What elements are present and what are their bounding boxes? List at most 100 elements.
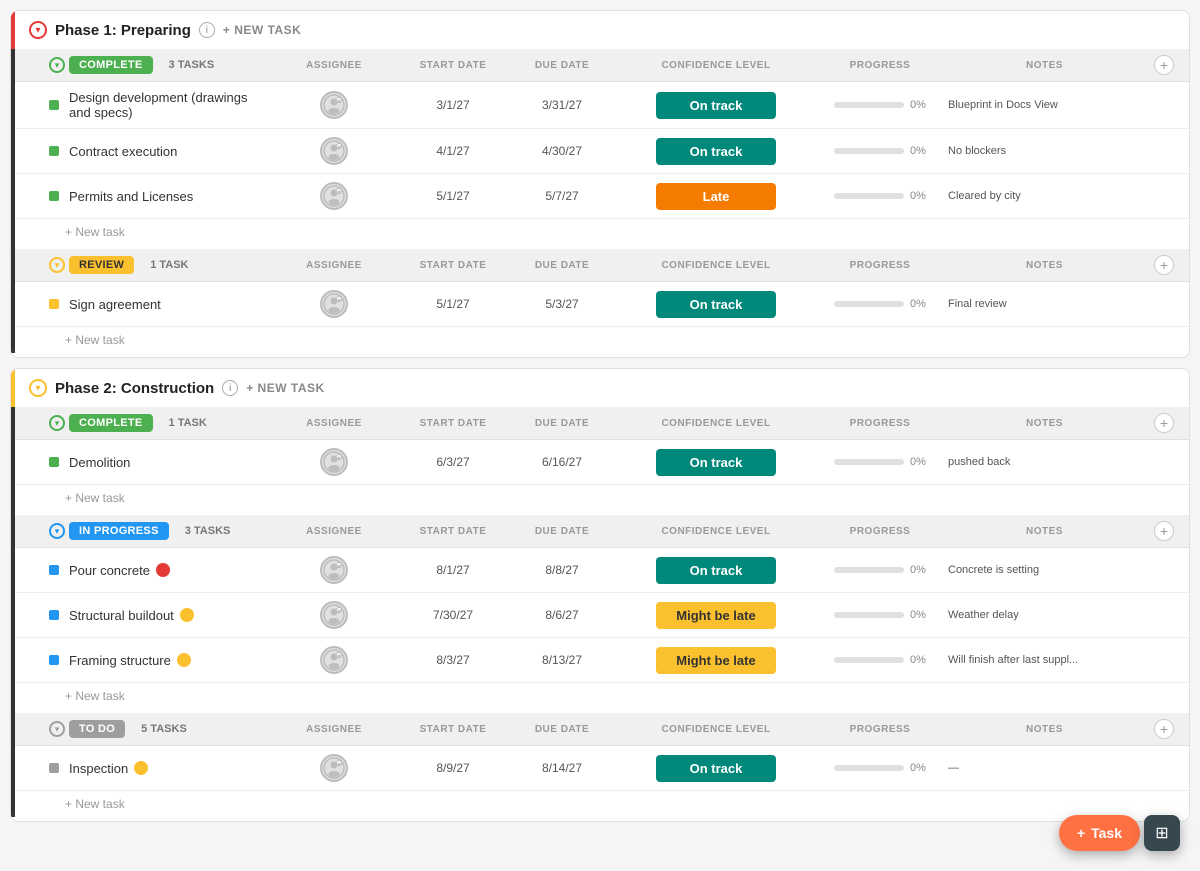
table-row: Pour concrete ⚙ 8/1/27 8/8/27 On track 0… — [15, 548, 1189, 593]
add-column-button[interactable]: + — [1154, 55, 1174, 75]
col-start-date: START DATE — [398, 418, 508, 429]
task-status-dot — [49, 299, 59, 309]
phase-info-icon[interactable]: i — [199, 22, 215, 38]
progress-bar-container — [834, 657, 904, 663]
phase-section: ▾ Phase 2: Construction i NEW TASK ▾ COM… — [10, 368, 1190, 822]
group-header: ▾ COMPLETE 3 TASKS ASSIGNEE START DATE D… — [15, 49, 1189, 82]
task-due-date: 4/30/27 — [512, 144, 612, 158]
add-column-button[interactable]: + — [1154, 255, 1174, 275]
new-task-link[interactable]: + New task — [15, 327, 1189, 353]
task-assignee[interactable]: ⚙ — [274, 754, 394, 782]
progress-bar-container — [834, 765, 904, 771]
col-due-date: DUE DATE — [512, 60, 612, 71]
new-task-link[interactable]: + New task — [15, 219, 1189, 245]
col-confidence: CONFIDENCE LEVEL — [616, 418, 816, 429]
grid-view-fab[interactable]: ⊞ — [1144, 815, 1180, 851]
task-progress: 0% — [820, 298, 940, 310]
task-name[interactable]: Permits and Licenses — [69, 189, 270, 204]
task-assignee[interactable]: ⚙ — [274, 182, 394, 210]
task-notes: Blueprint in Docs View — [944, 99, 1145, 111]
task-confidence: On track — [616, 755, 816, 782]
phase-info-icon[interactable]: i — [222, 380, 238, 396]
task-confidence: Late — [616, 183, 816, 210]
phase-collapse-icon[interactable]: ▾ — [29, 21, 47, 39]
phase-new-task-link[interactable]: NEW TASK — [223, 23, 301, 37]
task-notes: Final review — [944, 298, 1145, 310]
group-task-count: 5 TASKS — [133, 723, 187, 735]
task-progress: 0% — [820, 190, 940, 202]
warning-icon — [177, 653, 191, 667]
group-status-badge: COMPLETE — [69, 56, 153, 74]
task-confidence: On track — [616, 449, 816, 476]
phase-header: ▾ Phase 2: Construction i NEW TASK — [11, 369, 1189, 407]
task-confidence: Might be late — [616, 602, 816, 629]
phase-title: Phase 2: Construction — [55, 380, 214, 397]
avatar: ⚙ — [320, 556, 348, 584]
phase-header: ▾ Phase 1: Preparing i NEW TASK — [11, 11, 1189, 49]
col-confidence: CONFIDENCE LEVEL — [616, 60, 816, 71]
svg-text:⚙: ⚙ — [337, 456, 341, 461]
progress-percentage: 0% — [910, 190, 926, 202]
task-assignee[interactable]: ⚙ — [274, 91, 394, 119]
col-assignee: ASSIGNEE — [274, 60, 394, 71]
task-notes: No blockers — [944, 145, 1145, 157]
task-assignee[interactable]: ⚙ — [274, 448, 394, 476]
group-header: ▾ REVIEW 1 TASK ASSIGNEE START DATE DUE … — [15, 249, 1189, 282]
group-collapse-icon[interactable]: ▾ — [49, 415, 65, 431]
task-progress: 0% — [820, 762, 940, 774]
col-progress: PROGRESS — [820, 60, 940, 71]
group-collapse-icon[interactable]: ▾ — [49, 523, 65, 539]
task-status-dot — [49, 565, 59, 575]
task-assignee[interactable]: ⚙ — [274, 556, 394, 584]
task-assignee[interactable]: ⚙ — [274, 137, 394, 165]
task-name[interactable]: Design development (drawings and specs) — [69, 90, 270, 120]
task-status-dot — [49, 655, 59, 665]
new-task-link[interactable]: + New task — [15, 683, 1189, 709]
fab-task-label: Task — [1091, 825, 1122, 841]
group-task-count: 1 TASK — [142, 259, 188, 271]
table-row: Demolition ⚙ 6/3/27 6/16/27 On track 0% — [15, 440, 1189, 485]
table-row: Sign agreement ⚙ 5/1/27 5/3/27 On track … — [15, 282, 1189, 327]
progress-percentage: 0% — [910, 298, 926, 310]
col-progress: PROGRESS — [820, 526, 940, 537]
plus-icon: + — [1077, 825, 1085, 841]
add-column-button[interactable]: + — [1154, 521, 1174, 541]
task-name[interactable]: Structural buildout — [69, 608, 270, 623]
col-notes: NOTES — [944, 724, 1145, 735]
add-task-fab[interactable]: + Task — [1059, 815, 1140, 851]
new-task-link[interactable]: + New task — [15, 791, 1189, 817]
task-name[interactable]: Pour concrete — [69, 563, 270, 578]
task-assignee[interactable]: ⚙ — [274, 601, 394, 629]
progress-bar-container — [834, 102, 904, 108]
progress-percentage: 0% — [910, 564, 926, 576]
add-column-button[interactable]: + — [1154, 719, 1174, 739]
task-progress: 0% — [820, 564, 940, 576]
col-start-date: START DATE — [398, 60, 508, 71]
task-status-dot — [49, 191, 59, 201]
task-progress: 0% — [820, 456, 940, 468]
task-assignee[interactable]: ⚙ — [274, 646, 394, 674]
task-start-date: 3/1/27 — [398, 98, 508, 112]
task-assignee[interactable]: ⚙ — [274, 290, 394, 318]
task-progress: 0% — [820, 609, 940, 621]
phase-collapse-icon[interactable]: ▾ — [29, 379, 47, 397]
progress-bar-container — [834, 567, 904, 573]
group-collapse-icon[interactable]: ▾ — [49, 257, 65, 273]
task-due-date: 6/16/27 — [512, 455, 612, 469]
task-name[interactable]: Demolition — [69, 455, 270, 470]
group-collapse-icon[interactable]: ▾ — [49, 721, 65, 737]
blocker-icon — [156, 563, 170, 577]
new-task-link[interactable]: + New task — [15, 485, 1189, 511]
group-status-badge: REVIEW — [69, 256, 134, 274]
svg-text:⚙: ⚙ — [337, 190, 341, 195]
task-name[interactable]: Sign agreement — [69, 297, 270, 312]
task-status-dot — [49, 146, 59, 156]
group-collapse-icon[interactable]: ▾ — [49, 57, 65, 73]
task-start-date: 8/3/27 — [398, 653, 508, 667]
group-section: ▾ COMPLETE 1 TASK ASSIGNEE START DATE DU… — [15, 407, 1189, 511]
task-name[interactable]: Inspection — [69, 761, 270, 776]
phase-new-task-link[interactable]: NEW TASK — [246, 381, 324, 395]
task-name[interactable]: Framing structure — [69, 653, 270, 668]
add-column-button[interactable]: + — [1154, 413, 1174, 433]
task-name[interactable]: Contract execution — [69, 144, 270, 159]
